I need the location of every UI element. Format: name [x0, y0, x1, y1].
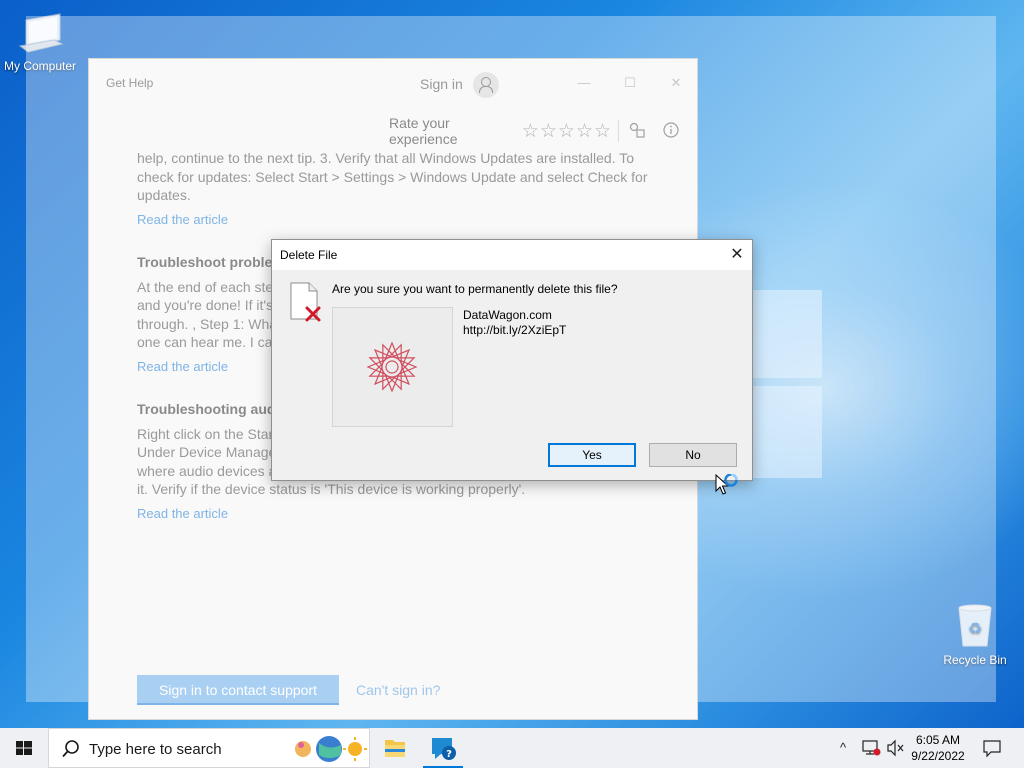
- star-3-icon[interactable]: ☆: [558, 122, 575, 141]
- start-button[interactable]: [0, 728, 48, 768]
- article-text: updates.: [137, 187, 191, 203]
- mouse-cursor-busy-icon: [715, 473, 741, 503]
- close-button[interactable]: ✕: [654, 69, 698, 97]
- minimize-button[interactable]: —: [562, 69, 606, 97]
- help-window-title: Get Help: [106, 76, 154, 90]
- clock-date: 9/22/2022: [911, 749, 965, 763]
- article-text: it. Verify if the device status is 'This…: [137, 481, 526, 497]
- search-highlight-icon: [295, 736, 367, 762]
- no-button[interactable]: No: [649, 443, 737, 467]
- cant-sign-in-link[interactable]: Can't sign in?: [356, 682, 440, 698]
- svg-text:?: ?: [446, 749, 452, 760]
- article-text: help, continue to the next tip. 3. Verif…: [137, 150, 635, 166]
- dialog-close-button[interactable]: ✕: [722, 240, 752, 270]
- taskbar: Type here to search ? ^ 6:05 AM 9/22/202…: [0, 728, 1024, 768]
- info-icon[interactable]: [663, 121, 679, 141]
- rate-experience-label: Rate your experience: [389, 115, 458, 147]
- dialog-titlebar: Delete File ✕: [272, 240, 752, 270]
- search-icon: [62, 740, 79, 758]
- maximize-button[interactable]: ☐: [608, 69, 652, 97]
- article-text: check for updates: Select Start > Settin…: [137, 168, 648, 185]
- help-sign-in-link[interactable]: Sign in: [420, 76, 463, 92]
- dialog-title: Delete File: [280, 248, 338, 262]
- star-1-icon[interactable]: ☆: [522, 122, 539, 141]
- get-help-icon: ?: [432, 738, 456, 760]
- notification-icon[interactable]: [982, 738, 1002, 761]
- taskbar-search-box[interactable]: Type here to search: [48, 728, 370, 768]
- delete-file-icon: [289, 282, 321, 322]
- file-explorer-icon: [385, 740, 405, 757]
- star-4-icon[interactable]: ☆: [576, 122, 593, 141]
- help-titlebar: Get Help Sign in — ☐ ✕: [89, 59, 697, 107]
- share-feedback-icon[interactable]: [629, 122, 645, 141]
- get-help-taskbar-button[interactable]: ?: [419, 728, 467, 768]
- network-icon[interactable]: [862, 739, 882, 760]
- delete-file-dialog: Delete File ✕ Are you sure you want to p…: [271, 239, 753, 481]
- delete-confirmation-text: Are you sure you want to permanently del…: [332, 282, 618, 296]
- file-url-text: http://bit.ly/2XziEpT: [463, 323, 567, 337]
- rate-experience-row: Rate your experience ☆ ☆ ☆ ☆ ☆: [389, 115, 697, 147]
- contact-support-button[interactable]: Sign in to contact support: [137, 675, 339, 705]
- yes-button[interactable]: Yes: [548, 443, 636, 467]
- star-5-icon[interactable]: ☆: [594, 122, 611, 141]
- read-article-link[interactable]: Read the article: [137, 505, 657, 524]
- read-article-link[interactable]: Read the article: [137, 211, 657, 230]
- divider: [618, 120, 619, 142]
- file-explorer-taskbar-button[interactable]: [371, 728, 419, 768]
- avatar-icon[interactable]: [473, 72, 499, 98]
- show-hidden-icons-chevron-icon[interactable]: ^: [840, 740, 846, 755]
- file-preview-logo-icon: [366, 341, 418, 393]
- search-placeholder: Type here to search: [89, 741, 222, 758]
- help-footer: Sign in to contact support Can't sign in…: [137, 675, 440, 705]
- system-clock[interactable]: 6:05 AM 9/22/2022: [904, 732, 972, 764]
- file-thumbnail: [332, 307, 453, 427]
- volume-muted-icon[interactable]: [886, 739, 906, 760]
- clock-time: 6:05 AM: [915, 733, 961, 747]
- file-name-text: DataWagon.com: [463, 308, 552, 322]
- star-2-icon[interactable]: ☆: [540, 122, 557, 141]
- windows-start-icon: [16, 741, 32, 755]
